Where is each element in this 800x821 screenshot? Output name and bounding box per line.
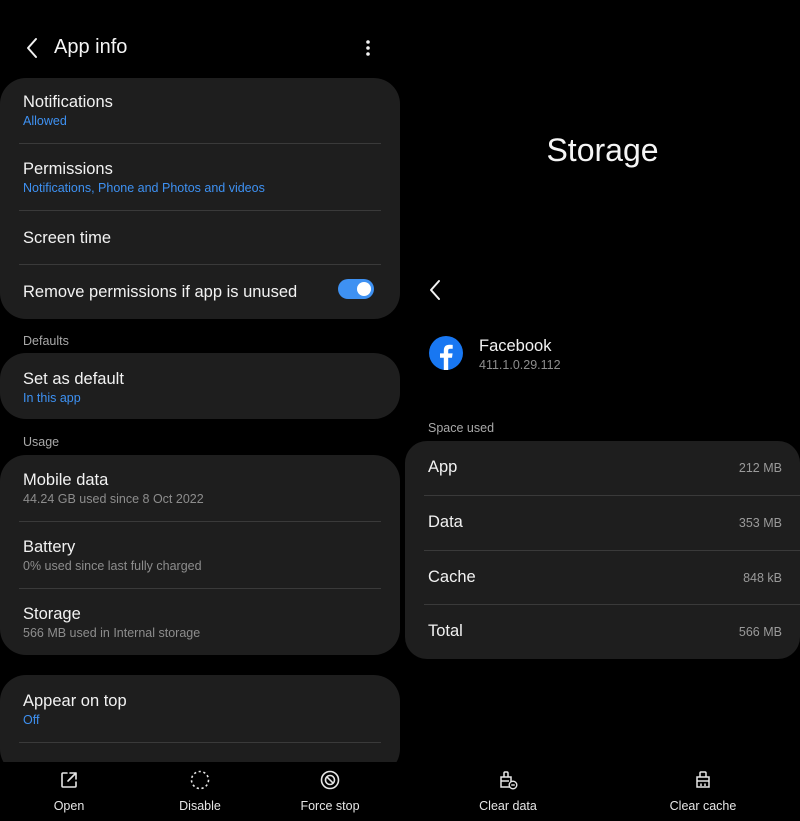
advanced-card: Appear on top Off bbox=[0, 675, 400, 775]
app-info-header: App info bbox=[0, 28, 400, 68]
storage-summary: 566 MB used in Internal storage bbox=[23, 626, 201, 640]
clear-cache-button[interactable]: Clear cache bbox=[648, 768, 758, 818]
usage-card: Mobile data 44.24 GB used since 8 Oct 20… bbox=[0, 455, 400, 655]
chevron-left-icon bbox=[27, 38, 37, 58]
disable-label: Disable bbox=[179, 799, 221, 813]
remove-permissions-row[interactable]: Remove permissions if app is unused bbox=[0, 265, 400, 319]
storage-app-row: App 212 MB bbox=[405, 441, 800, 495]
force-stop-label: Force stop bbox=[300, 799, 360, 813]
chevron-left-icon bbox=[430, 280, 440, 300]
permissions-summary: Notifications, Phone and Photos and vide… bbox=[23, 181, 265, 195]
force-stop-icon bbox=[320, 770, 340, 790]
app-name: Facebook bbox=[479, 337, 552, 355]
open-label: Open bbox=[53, 799, 85, 813]
storage-row[interactable]: Storage 566 MB used in Internal storage bbox=[0, 589, 400, 655]
remove-permissions-title: Remove permissions if app is unused bbox=[23, 283, 298, 301]
storage-data-label: Data bbox=[428, 513, 463, 531]
disable-button[interactable]: Disable bbox=[155, 768, 245, 818]
open-external-icon bbox=[61, 772, 77, 788]
force-stop-button[interactable]: Force stop bbox=[285, 768, 375, 818]
divider bbox=[19, 742, 381, 743]
app-info-screen: App info Notifications Allowed Permissio… bbox=[0, 0, 400, 821]
app-version: 411.1.0.29.112 bbox=[479, 358, 561, 372]
storage-total-value: 566 MB bbox=[738, 625, 782, 639]
clear-cache-icon bbox=[696, 771, 710, 788]
set-as-default-title: Set as default bbox=[23, 370, 124, 388]
space-used-card: App 212 MB Data 353 MB Cache 848 kB Tota… bbox=[405, 441, 800, 659]
storage-total-label: Total bbox=[428, 622, 463, 640]
more-vertical-icon bbox=[366, 40, 370, 56]
appear-on-top-status: Off bbox=[23, 713, 40, 727]
appear-on-top-row[interactable]: Appear on top Off bbox=[0, 675, 400, 742]
storage-data-value: 353 MB bbox=[738, 516, 782, 530]
storage-page-title: Storage bbox=[546, 132, 659, 168]
facebook-logo-icon bbox=[429, 336, 463, 370]
battery-row[interactable]: Battery 0% used since last fully charged bbox=[0, 522, 400, 588]
clear-data-button[interactable]: Clear data bbox=[453, 768, 563, 818]
permissions-title: Permissions bbox=[23, 160, 113, 178]
storage-cache-value: 848 kB bbox=[743, 571, 782, 585]
screen-time-title: Screen time bbox=[23, 229, 112, 247]
mobile-data-row[interactable]: Mobile data 44.24 GB used since 8 Oct 20… bbox=[0, 455, 400, 521]
permissions-row[interactable]: Permissions Notifications, Phone and Pho… bbox=[0, 144, 400, 211]
back-button[interactable] bbox=[18, 34, 46, 62]
storage-screen: Storage Facebook 411.1.0.29.112 Space us… bbox=[405, 0, 800, 821]
storage-app-label: App bbox=[428, 458, 458, 476]
notifications-title: Notifications bbox=[23, 93, 113, 111]
set-as-default-row[interactable]: Set as default In this app bbox=[0, 353, 400, 419]
page-title: App info bbox=[54, 36, 128, 58]
defaults-card: Set as default In this app bbox=[0, 353, 400, 419]
permissions-card: Notifications Allowed Permissions Notifi… bbox=[0, 78, 400, 319]
storage-total-row: Total 566 MB bbox=[405, 605, 800, 659]
notifications-status: Allowed bbox=[23, 114, 67, 128]
storage-title: Storage bbox=[23, 605, 81, 623]
clear-data-icon bbox=[500, 771, 518, 790]
remove-permissions-toggle[interactable] bbox=[338, 279, 374, 299]
disable-icon bbox=[190, 770, 210, 790]
storage-app-value: 212 MB bbox=[738, 461, 782, 475]
storage-data-row: Data 353 MB bbox=[405, 496, 800, 550]
storage-cache-row: Cache 848 kB bbox=[405, 551, 800, 605]
notifications-row[interactable]: Notifications Allowed bbox=[0, 78, 400, 144]
storage-cache-label: Cache bbox=[428, 568, 476, 586]
toggle-knob bbox=[357, 282, 371, 296]
back-button[interactable] bbox=[423, 277, 447, 303]
usage-section-header: Usage bbox=[23, 435, 60, 449]
appear-on-top-title: Appear on top bbox=[23, 692, 127, 710]
mobile-data-summary: 44.24 GB used since 8 Oct 2022 bbox=[23, 492, 204, 506]
clear-data-label: Clear data bbox=[479, 799, 537, 813]
open-button[interactable]: Open bbox=[24, 768, 114, 818]
screen-time-row[interactable]: Screen time bbox=[0, 211, 400, 265]
clear-cache-label: Clear cache bbox=[669, 799, 737, 813]
bottom-action-bar: Open Disable Force stop bbox=[0, 762, 400, 821]
battery-title: Battery bbox=[23, 538, 76, 556]
mobile-data-title: Mobile data bbox=[23, 471, 109, 489]
more-options-button[interactable] bbox=[356, 34, 380, 62]
battery-summary: 0% used since last fully charged bbox=[23, 559, 202, 573]
defaults-section-header: Defaults bbox=[23, 334, 69, 348]
space-used-section-header: Space used bbox=[428, 421, 495, 435]
set-as-default-status: In this app bbox=[23, 391, 81, 405]
